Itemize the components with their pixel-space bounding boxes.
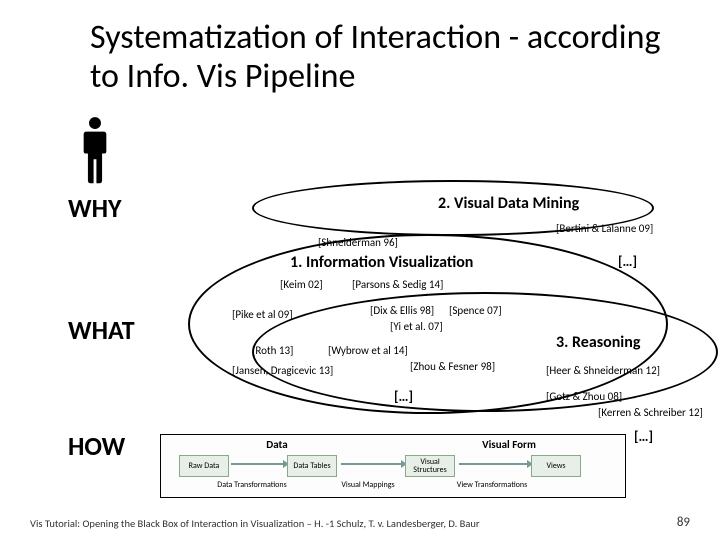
ref-ellipsis-b: […] [394, 388, 413, 405]
pipeline-top-data: Data [161, 438, 393, 451]
pipeline-label-dt: Data Transformations [215, 481, 289, 489]
ref-parsons: [Parsons & Sedig 14] [352, 278, 443, 291]
ref-heer: [Heer & Shneiderman 12] [546, 364, 660, 377]
ref-pike: [Pike et al 09] [232, 308, 293, 321]
pipeline-arrow-1 [231, 463, 283, 465]
label-why: WHY [68, 192, 121, 224]
ref-shneiderman: [Shneiderman 96] [318, 236, 398, 249]
label-how: HOW [68, 430, 125, 462]
ref-wybrow: [Wybrow et al 14] [328, 344, 408, 357]
pipeline-box-raw: Raw Data [179, 455, 229, 477]
pipeline-label-vt: View Transformations [455, 481, 529, 489]
ref-jansen: [Jansen, Dragicevic 13] [232, 364, 333, 377]
ref-spence: [Spence 07] [449, 304, 502, 317]
ref-zhou: [Zhou & Fesner 98] [410, 360, 495, 373]
pipeline-box-tables: Data Tables [287, 455, 337, 477]
ref-keim: [Keim 02] [280, 278, 323, 291]
ref-dix: [Dix & Ellis 98] [370, 304, 434, 317]
header-data-mining: 2. Visual Data Mining [438, 194, 579, 213]
pipeline-arrow-3 [459, 463, 527, 465]
slide-title: Systematization of Interaction - accordi… [90, 18, 680, 96]
ref-ellipsis-c: […] [634, 428, 653, 445]
ref-kerren: [Kerren & Schreiber 12] [598, 406, 703, 419]
pipeline-label-vm: Visual Mappings [331, 481, 405, 489]
ref-roth: [Roth 13] [252, 344, 293, 357]
header-infovis: 1. Information Visualization [290, 253, 473, 272]
label-what: WHAT [68, 314, 135, 346]
pipeline-box-views: Views [531, 455, 581, 477]
footer-text: Vis Tutorial: Opening the Black Box of I… [30, 517, 480, 530]
infovis-pipeline-diagram: Data Visual Form Raw Data Data Tables Vi… [160, 434, 626, 498]
pipeline-arrow-2 [341, 463, 401, 465]
pipeline-top-form: Visual Form [393, 438, 625, 451]
ref-ellipsis-a: […] [618, 253, 637, 270]
ref-gotz: [Gotz & Zhou 08] [546, 390, 622, 403]
header-reasoning: 3. Reasoning [556, 333, 640, 352]
pipeline-box-vs: Visual Structures [405, 455, 455, 477]
ref-bertini: [Bertini & Lalanne 09] [556, 222, 653, 235]
person-icon [78, 115, 112, 185]
page-number: 89 [677, 515, 690, 530]
ref-yi: [Yi et al. 07] [390, 320, 443, 333]
